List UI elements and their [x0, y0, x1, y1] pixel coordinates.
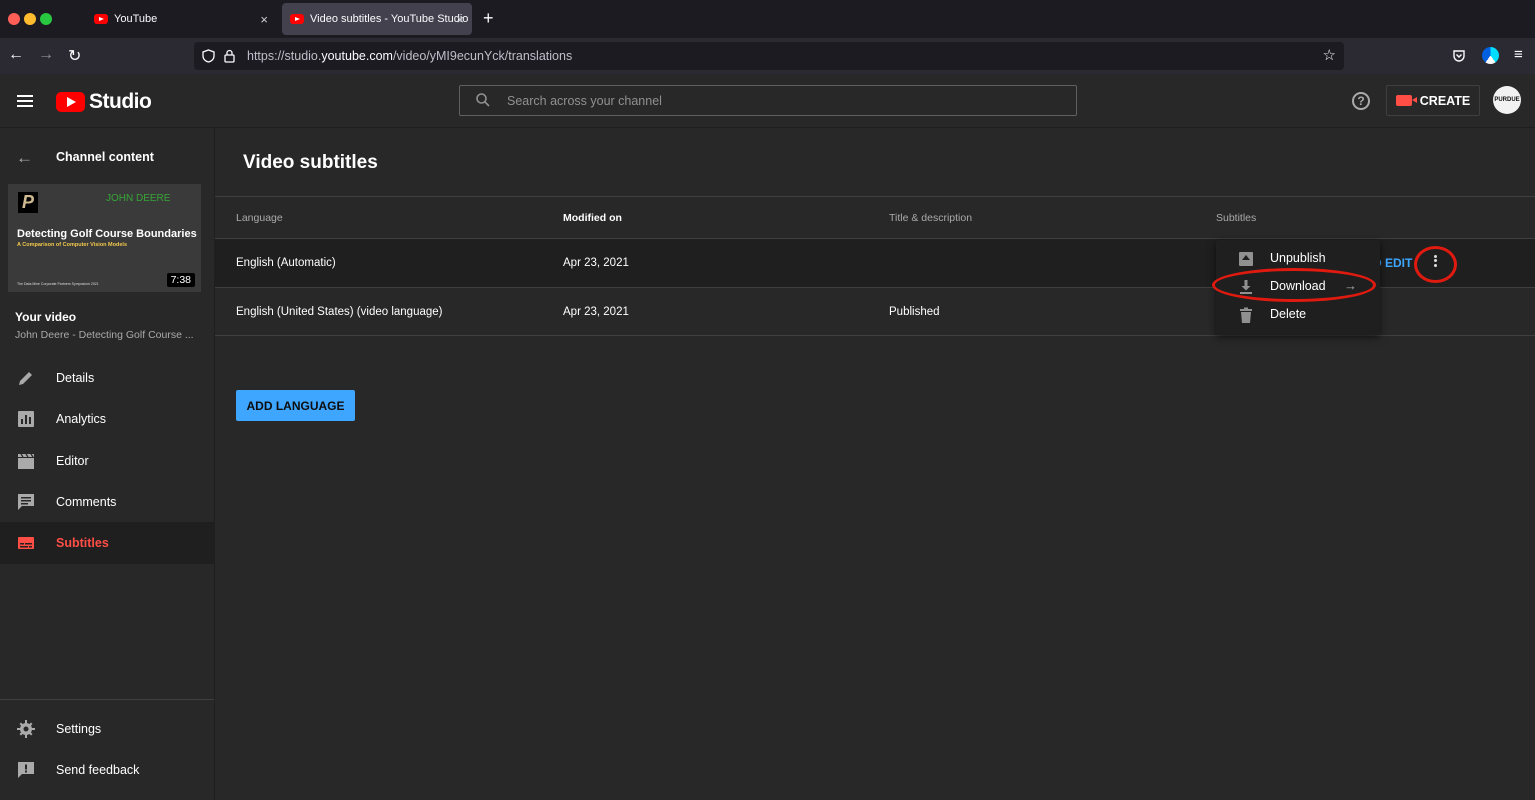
menu-item-label: Unpublish	[1270, 251, 1326, 265]
tab-title: Video subtitles - YouTube Studio	[310, 13, 469, 25]
address-bar[interactable]: https://studio.youtube.com/video/yMI9ecu…	[194, 42, 1344, 70]
create-button[interactable]: CREATE	[1386, 85, 1480, 116]
browser-tab-bar: YouTube × Video subtitles - YouTube Stud…	[0, 0, 1535, 38]
annotation-circle-more-options	[1414, 246, 1457, 283]
john-deere-logo: JOHN DEERE	[106, 193, 171, 204]
video-name: John Deere - Detecting Golf Course ...	[15, 329, 194, 341]
reload-icon[interactable]: ↻	[68, 46, 81, 66]
channel-content-title[interactable]: Channel content	[56, 150, 154, 164]
sidebar-item-label: Comments	[56, 495, 117, 509]
title-description-cell: Published	[889, 306, 940, 318]
modified-cell: Apr 23, 2021	[563, 257, 629, 269]
back-arrow-icon[interactable]: ←	[16, 148, 33, 168]
avatar[interactable]: PURDUE	[1493, 86, 1521, 114]
divider	[215, 196, 1535, 197]
studio-header: Studio ? CREATE PURDUE	[0, 74, 1535, 128]
youtube-play-icon	[56, 92, 85, 112]
clapperboard-icon	[18, 453, 34, 469]
forward-arrow-icon[interactable]: →	[38, 46, 54, 64]
video-camera-icon	[1395, 95, 1417, 106]
sidebar-divider	[0, 699, 214, 700]
tab-video-subtitles[interactable]: Video subtitles - YouTube Studio ×	[282, 3, 472, 35]
language-cell: English (Automatic)	[236, 257, 336, 269]
pencil-icon	[19, 372, 32, 385]
gear-icon	[17, 720, 35, 738]
add-language-button[interactable]: ADD LANGUAGE	[236, 390, 355, 421]
sidebar-item-label: Subtitles	[56, 536, 109, 550]
zoom-window-button[interactable]	[40, 13, 52, 25]
sidebar-item-details[interactable]: Details	[0, 357, 214, 399]
menu-item-label: Delete	[1270, 307, 1307, 321]
youtube-favicon-icon	[94, 14, 108, 24]
sidebar-item-editor[interactable]: Editor	[0, 440, 214, 482]
sidebar-item-label: Settings	[56, 722, 102, 736]
analytics-icon	[18, 411, 34, 427]
thumbnail-subtitle: A Comparison of Computer Vision Models	[17, 242, 128, 248]
your-video-label: Your video	[15, 310, 77, 324]
url-prefix: https://studio.	[247, 49, 322, 63]
main-content: Video subtitles Language Modified on Tit…	[215, 128, 1535, 800]
sidebar-item-subtitles[interactable]: Subtitles	[0, 522, 214, 564]
language-cell: English (United States) (video language)	[236, 306, 443, 318]
column-header-subtitles: Subtitles	[1216, 212, 1257, 224]
sidebar-item-send-feedback[interactable]: Send feedback	[0, 749, 214, 791]
sidebar-item-label: Send feedback	[56, 763, 140, 777]
app-menu-icon[interactable]: ≡	[1514, 46, 1523, 63]
page-title: Video subtitles	[243, 152, 378, 173]
shield-icon[interactable]	[202, 49, 215, 63]
create-label: CREATE	[1419, 93, 1471, 108]
search-box[interactable]	[459, 85, 1077, 116]
sidebar: ← Channel content P JOHN DEERE Detecting…	[0, 128, 215, 800]
back-arrow-icon[interactable]: ←	[8, 46, 24, 64]
trash-icon	[1240, 307, 1252, 323]
sidebar-item-analytics[interactable]: Analytics	[0, 398, 214, 440]
annotation-circle-download	[1212, 268, 1376, 302]
comment-icon	[18, 494, 34, 510]
subtitles-icon	[18, 537, 34, 549]
tab-title: YouTube	[114, 13, 158, 25]
unpublish-icon	[1239, 252, 1253, 266]
lock-icon[interactable]	[224, 49, 235, 63]
close-icon[interactable]: ×	[260, 12, 268, 27]
sidebar-item-label: Details	[56, 371, 95, 385]
new-tab-button[interactable]: +	[483, 8, 494, 29]
url-path: /video/yMI9ecunYck/translations	[392, 49, 573, 63]
account-icon[interactable]	[1482, 47, 1499, 64]
logo-text: Studio	[89, 90, 152, 113]
sidebar-item-settings[interactable]: Settings	[0, 708, 214, 750]
close-window-button[interactable]	[8, 13, 20, 25]
youtube-studio-logo[interactable]: Studio	[56, 90, 152, 114]
column-header-title-description: Title & description	[889, 212, 973, 224]
search-input[interactable]	[507, 86, 1047, 115]
browser-nav-bar: ← → ↻ https://studio.youtube.com/video/y…	[0, 38, 1535, 74]
thumbnail-title: Detecting Golf Course Boundaries	[17, 228, 197, 240]
sidebar-item-comments[interactable]: Comments	[0, 481, 214, 523]
video-thumbnail[interactable]: P JOHN DEERE Detecting Golf Course Bound…	[8, 184, 201, 292]
purdue-logo: P	[18, 192, 39, 213]
sidebar-item-label: Editor	[56, 454, 89, 468]
video-duration: 7:38	[166, 273, 195, 287]
sidebar-item-label: Analytics	[56, 412, 107, 426]
minimize-window-button[interactable]	[24, 13, 36, 25]
modified-cell: Apr 23, 2021	[563, 306, 629, 318]
url-text[interactable]: https://studio.youtube.com/video/yMI9ecu…	[247, 49, 572, 63]
column-header-language: Language	[236, 212, 283, 224]
feedback-icon	[18, 762, 34, 778]
bookmark-star-icon[interactable]: ☆	[1323, 46, 1336, 64]
tab-youtube[interactable]: YouTube ×	[86, 3, 276, 35]
column-header-modified-on[interactable]: Modified on	[563, 212, 622, 224]
help-icon[interactable]: ?	[1352, 92, 1370, 110]
thumbnail-footer: The Data Mine Corporate Partners Symposi…	[17, 282, 99, 286]
close-icon[interactable]: ×	[456, 12, 464, 27]
youtube-favicon-icon	[290, 14, 304, 24]
menu-item-delete[interactable]: Delete	[1216, 301, 1380, 329]
pocket-icon[interactable]	[1452, 49, 1466, 63]
hamburger-menu-icon[interactable]	[17, 95, 33, 107]
url-host: youtube.com	[321, 49, 393, 63]
search-icon	[476, 93, 490, 107]
